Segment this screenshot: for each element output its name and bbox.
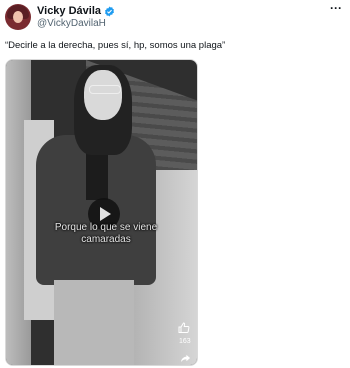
tweet-text: “Decirle a la derecha, pues sí, hp, somo… [5,40,226,51]
avatar[interactable] [5,4,31,30]
video-person-pants [54,280,134,365]
author-handle[interactable]: @VickyDavilaH [37,18,106,30]
share-icon[interactable] [180,353,191,364]
like-count: 163 [179,338,191,345]
video-person-head [84,70,122,120]
video-caption: Porque lo que se viene camaradas [26,222,186,246]
more-icon[interactable]: ··· [330,2,342,14]
like-icon[interactable] [178,322,190,334]
video-person-glasses [89,85,121,94]
author-name-row: Vicky Dávila [37,5,115,18]
avatar-face [13,11,23,23]
video-player[interactable]: Porque lo que se viene camaradas [5,59,198,366]
verified-badge-icon [104,6,115,17]
author-display-name[interactable]: Vicky Dávila [37,5,101,18]
video-caption-line-1: Porque lo que se viene [54,222,158,233]
video-caption-line-2: camaradas [81,234,131,245]
